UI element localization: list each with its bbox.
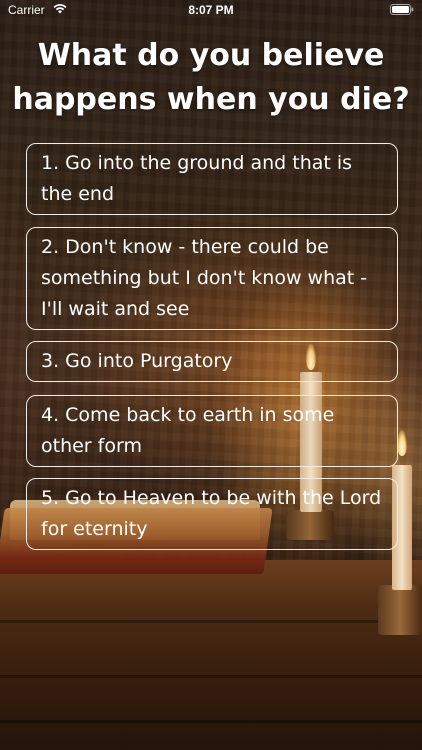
answer-button-5[interactable]: 5. Go to Heaven to be with the Lord for … (26, 478, 398, 550)
question-title: What do you believe happens when you die… (10, 34, 412, 122)
table-plank (0, 675, 422, 678)
question-line: What do you believe (37, 38, 385, 73)
status-bar: Carrier 8:07 PM (0, 0, 422, 22)
question-line: happens when you die? (12, 82, 410, 117)
background-table (0, 560, 422, 750)
table-plank (0, 720, 422, 723)
battery-icon (390, 4, 414, 15)
quiz-screen: Carrier 8:07 PM What do you believe happ… (0, 0, 422, 750)
table-plank (0, 620, 422, 623)
answer-button-3[interactable]: 3. Go into Purgatory (26, 341, 398, 382)
candle-holder (378, 585, 422, 635)
clock: 8:07 PM (188, 3, 234, 17)
answer-button-1[interactable]: 1. Go into the ground and that is the en… (26, 143, 398, 215)
candle-flame (397, 430, 407, 456)
answer-button-2[interactable]: 2. Don't know - there could be something… (26, 227, 398, 330)
answer-button-4[interactable]: 4. Come back to earth in some other form (26, 395, 398, 467)
